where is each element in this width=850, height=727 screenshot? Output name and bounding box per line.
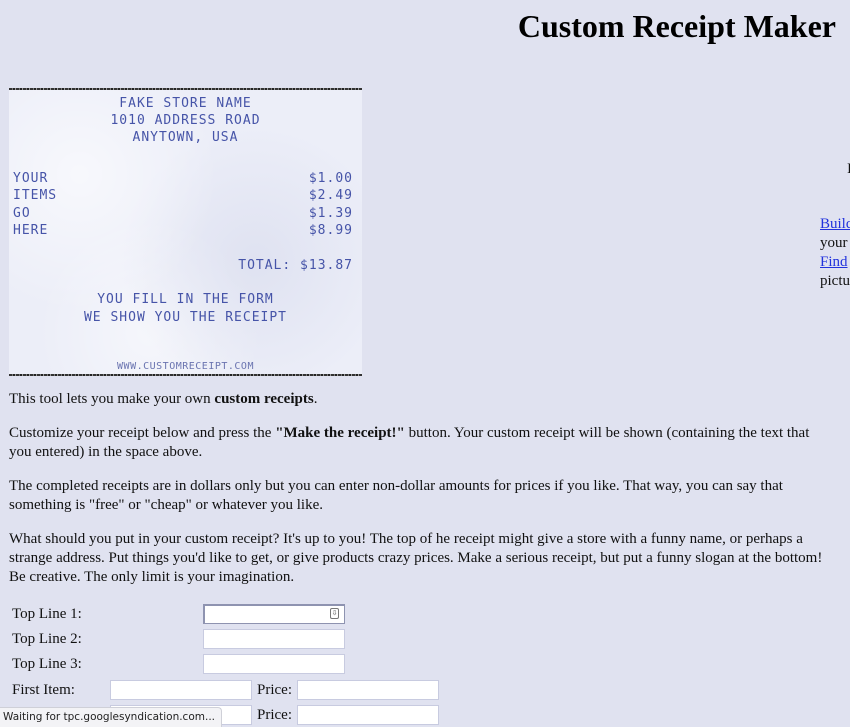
receipt-item-price: $1.39 [308,205,353,221]
top-line-3-input[interactable] [203,654,345,674]
receipt-header-line-3: ANYTOWN, USA [132,130,239,145]
receipt-item-name: YOUR [13,171,49,186]
receipt-header-line-1: FAKE STORE NAME [119,96,252,111]
intro-content: This tool lets you make your own custom … [9,390,824,602]
intro-paragraph-2: Customize your receipt below and press t… [9,424,824,462]
receipt-item-price: $1.00 [308,171,353,186]
top-line-1-label: Top Line 1: [12,606,82,622]
intro-bold-text: "Make the receipt!" [275,425,405,441]
sidebar-link-build[interactable]: Build [820,215,850,234]
top-line-2-label: Top Line 2: [12,631,82,647]
second-item-price-input[interactable] [297,705,439,725]
second-item-price-label: Price: [257,707,292,723]
sidebar-link-find[interactable]: Find [820,253,848,272]
top-line-2-input[interactable] [203,629,345,649]
first-item-input[interactable] [110,680,252,700]
first-item-price-input[interactable] [297,680,439,700]
sample-receipt-image: FAKE STORE NAME 1010 ADDRESS ROAD ANYTOW… [9,88,362,376]
receipt-item: HERE $8.99 [13,222,353,239]
receipt-item: ITEMS $2.49 [13,187,353,204]
top-line-3-label: Top Line 3: [12,656,82,672]
receipt-website: WWW.CUSTOMRECEIPT.COM [117,361,254,372]
intro-paragraph-1: This tool lets you make your own custom … [9,390,824,409]
receipt-total: TOTAL: $13.87 [238,258,353,273]
browser-status-bar: Waiting for tpc.googlesyndication.com... [0,707,222,727]
first-item-label: First Item: [12,682,75,698]
sidebar-text: your [820,235,848,251]
receipt-footer-line-2: WE SHOW YOU THE RECEIPT [83,310,287,325]
intro-text: . [313,391,318,407]
receipt-item: YOUR $1.00 [13,170,353,187]
page-title: Custom Receipt Maker [517,8,836,44]
receipt-header-line-2: 1010 ADDRESS ROAD [110,113,261,128]
receipt-item-name: HERE [13,222,49,238]
receipt-item: GO $1.39 [13,205,353,222]
receipt-item-name: GO [13,205,31,221]
intro-text: This tool lets you make your own [9,391,215,407]
top-line-1-input[interactable] [203,604,345,624]
receipt-item-price: $2.49 [308,188,353,204]
sidebar-text: pictu [820,273,850,289]
autofill-contact-icon[interactable]: ⇩ [330,608,339,619]
intro-paragraph-4: What should you put in your custom recei… [9,531,823,585]
receipt-item-price: $8.99 [308,222,353,238]
intro-text: Customize your receipt below and press t… [9,425,276,441]
first-item-price-label: Price: [257,682,292,698]
receipt-item-name: ITEMS [13,188,58,204]
intro-paragraph-3: The completed receipts are in dollars on… [9,478,783,513]
intro-bold-text: custom receipts [214,391,314,407]
receipt-items: YOUR $1.00 ITEMS $2.49 GO $1.39 HERE $8.… [13,170,353,239]
receipt-footer-line-1: YOU FILL IN THE FORM [97,292,274,307]
